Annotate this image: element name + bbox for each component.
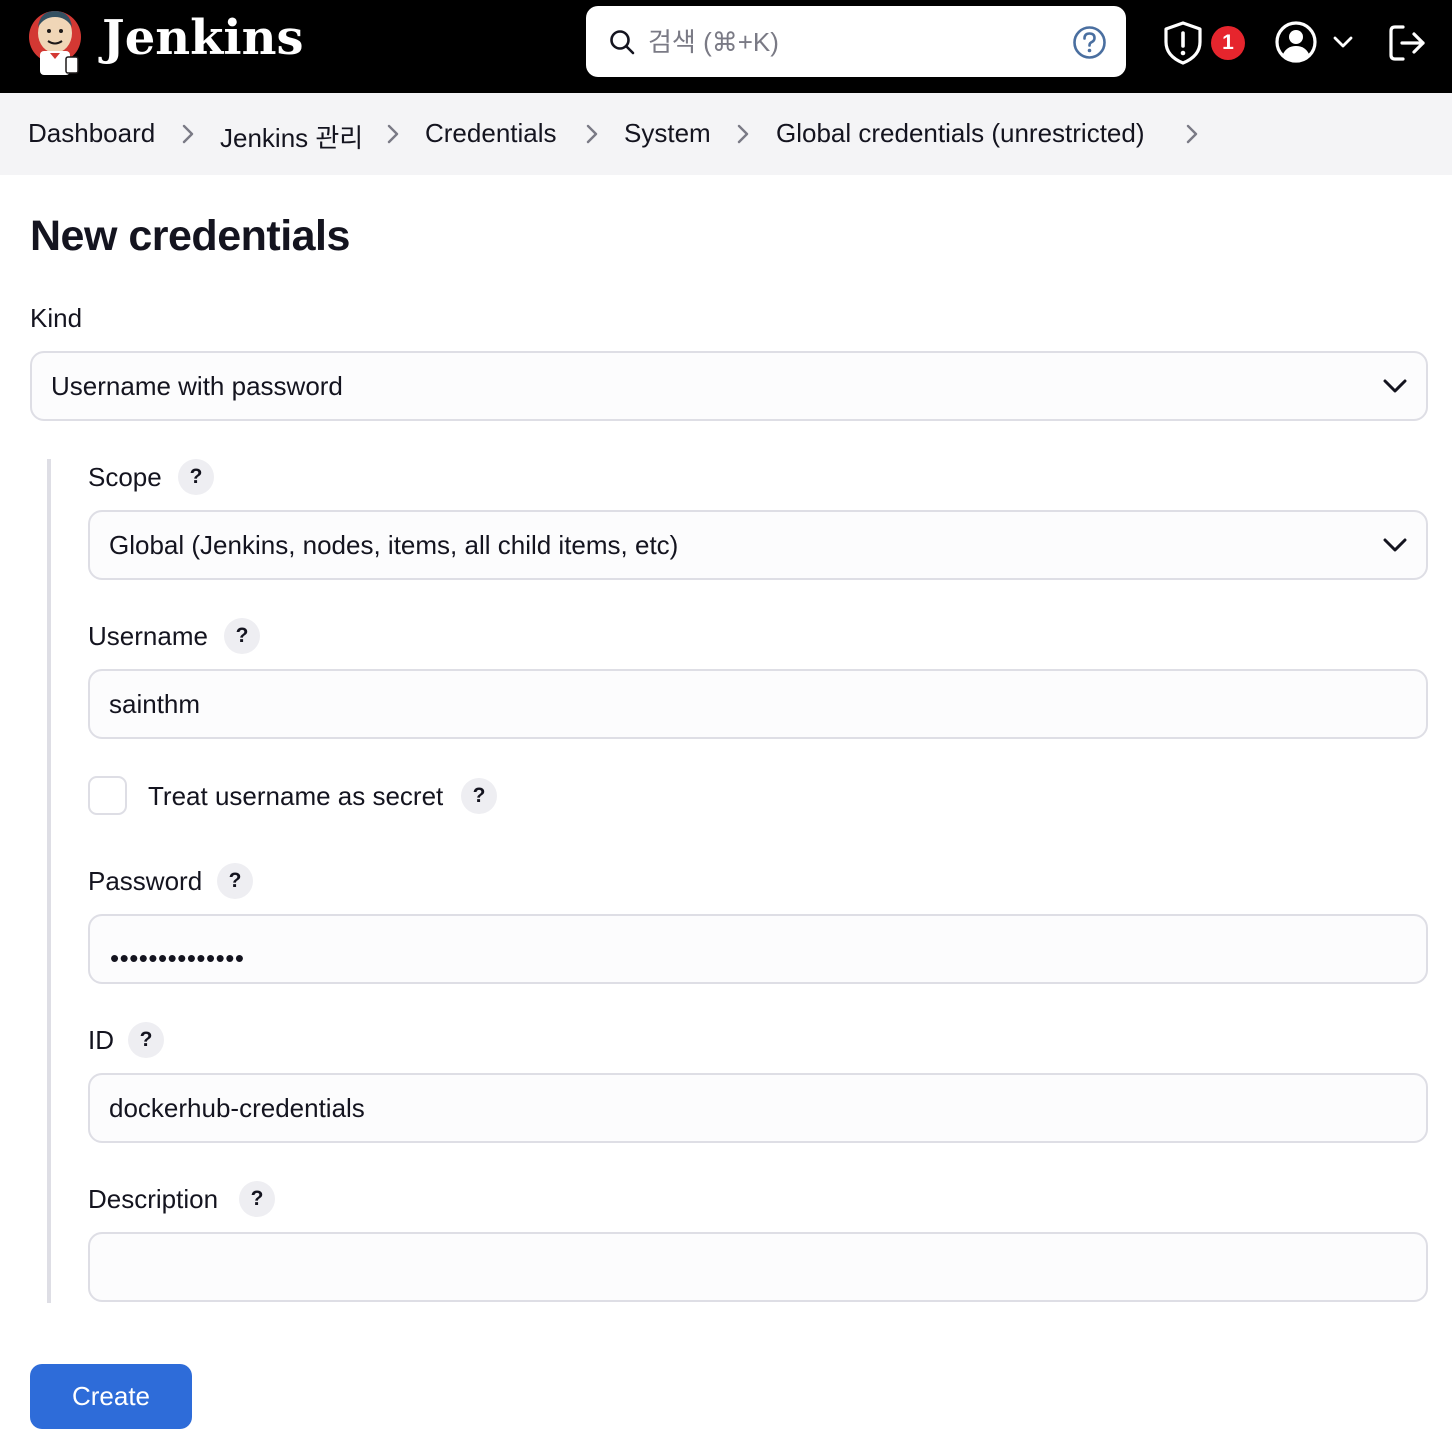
top-header: Jenkins 1 <box>0 0 1452 93</box>
description-input[interactable] <box>88 1232 1428 1302</box>
id-label: ID <box>88 1025 114 1055</box>
username-input[interactable] <box>88 669 1428 739</box>
chevron-down-icon <box>1383 379 1407 393</box>
chevron-right-icon <box>387 124 399 144</box>
security-badge[interactable]: 1 <box>1211 26 1245 60</box>
username-help-button[interactable]: ? <box>224 618 260 654</box>
chevron-down-icon[interactable] <box>1332 33 1354 51</box>
breadcrumb-manage-jenkins[interactable]: Jenkins 관리 <box>220 118 363 155</box>
treat-username-secret-checkbox[interactable] <box>88 776 127 815</box>
password-masked-value: •••••••••••••• <box>110 943 245 973</box>
kind-select[interactable]: Username with password <box>30 351 1428 421</box>
scope-select[interactable]: Global (Jenkins, nodes, items, all child… <box>88 510 1428 580</box>
chevron-right-icon <box>586 124 598 144</box>
kind-label: Kind <box>30 303 83 333</box>
password-help-button[interactable]: ? <box>217 863 253 899</box>
page-title: New credentials <box>30 212 350 260</box>
breadcrumb: Dashboard Jenkins 관리 Credentials System … <box>0 93 1452 175</box>
chevron-right-icon <box>182 124 194 144</box>
chevron-right-icon[interactable] <box>1183 123 1201 145</box>
nested-section-bar <box>47 459 51 1303</box>
password-label: Password <box>88 866 203 896</box>
breadcrumb-system[interactable]: System <box>624 118 711 149</box>
chevron-right-icon <box>737 124 749 144</box>
id-help-button[interactable]: ? <box>128 1022 164 1058</box>
jenkins-brand[interactable]: Jenkins <box>102 10 304 66</box>
search-box[interactable] <box>586 6 1126 77</box>
create-button[interactable]: Create <box>30 1364 192 1429</box>
username-label: Username <box>88 621 208 651</box>
sign-out-icon[interactable] <box>1386 22 1428 64</box>
search-icon <box>610 30 635 55</box>
breadcrumb-credentials[interactable]: Credentials <box>425 118 557 149</box>
id-input[interactable] <box>88 1073 1428 1143</box>
search-input[interactable] <box>648 20 1048 64</box>
treat-username-secret-label[interactable]: Treat username as secret <box>148 781 443 812</box>
user-account-icon[interactable] <box>1274 20 1318 64</box>
password-input[interactable] <box>88 914 1428 984</box>
treat-secret-help-button[interactable]: ? <box>461 778 497 814</box>
scope-help-button[interactable]: ? <box>178 459 214 495</box>
jenkins-logo-icon[interactable] <box>26 5 84 79</box>
scope-selected-value: Global (Jenkins, nodes, items, all child… <box>109 530 679 560</box>
kind-selected-value: Username with password <box>51 371 343 401</box>
description-help-button[interactable]: ? <box>239 1181 275 1217</box>
security-shield-icon[interactable] <box>1160 20 1206 66</box>
chevron-down-icon <box>1383 538 1407 552</box>
search-help-icon[interactable] <box>1072 25 1107 60</box>
description-label: Description <box>88 1184 219 1214</box>
scope-label: Scope <box>88 462 162 492</box>
breadcrumb-dashboard[interactable]: Dashboard <box>28 118 155 149</box>
breadcrumb-global-credentials[interactable]: Global credentials (unrestricted) <box>776 118 1145 149</box>
